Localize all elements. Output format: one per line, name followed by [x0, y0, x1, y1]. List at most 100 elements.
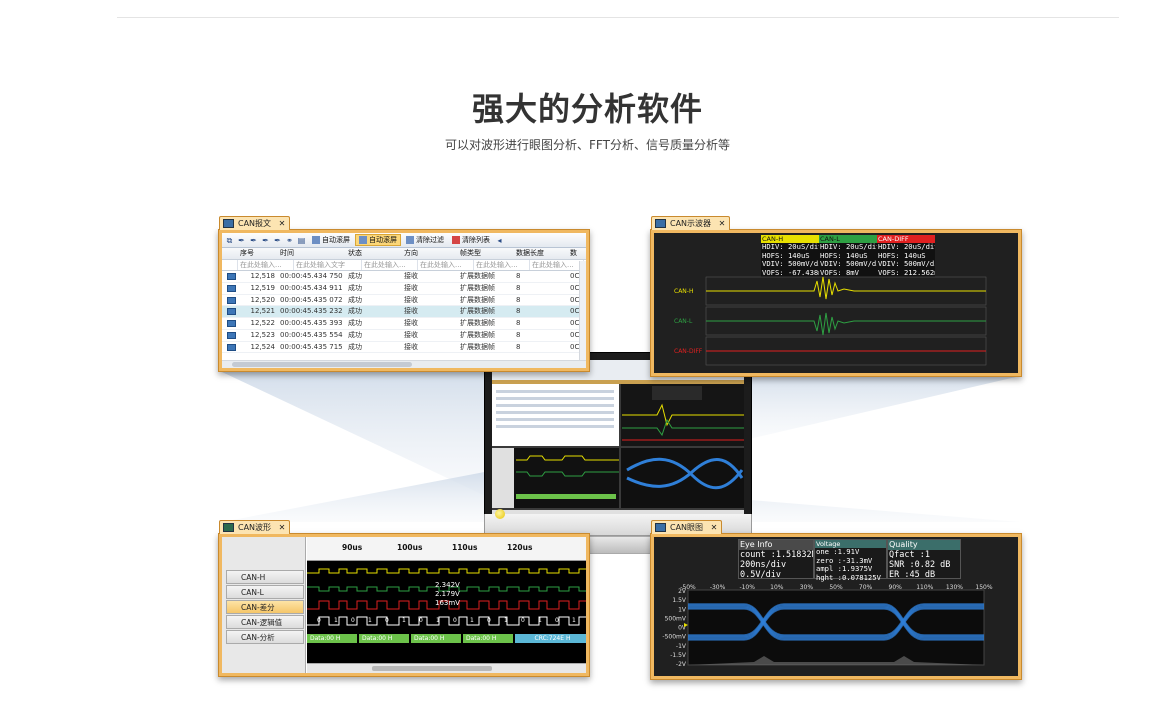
- row-direction: 接收: [404, 272, 418, 281]
- filter-icon[interactable]: ✒: [237, 236, 246, 245]
- speaker-icon[interactable]: ◂: [495, 236, 504, 245]
- row-direction: 接收: [404, 284, 418, 293]
- tab-label: CAN报文: [238, 219, 272, 228]
- table-row[interactable]: 12,518 00:00:45.434 750 成功 接收 扩展数据帧 8 0C: [222, 271, 586, 284]
- message-icon: [227, 285, 236, 293]
- channel-list-item[interactable]: CAN-L: [226, 585, 304, 599]
- table-row[interactable]: 12,520 00:00:45.435 072 成功 接收 扩展数据帧 8 0C: [222, 295, 586, 307]
- can-wave-panel: CAN波形 ✕ CAN-H CAN-L CAN-差分 CAN-逻辑值 CAN-分析 90…: [218, 520, 590, 677]
- close-icon[interactable]: ✕: [279, 523, 286, 532]
- row-direction: 接收: [404, 330, 418, 339]
- column-header[interactable]: 状态: [346, 248, 402, 259]
- scope-trace: [706, 312, 986, 336]
- can-scope-panel: CAN示波器 ✕ CAN-H HDIV: 20uS/div HOFS: 140uS V…: [650, 216, 1022, 377]
- wave-scrollbar[interactable]: [307, 663, 586, 673]
- row-length: 8: [516, 319, 521, 328]
- decode-segment: Data:00 H: [463, 634, 513, 643]
- logic-bit: 0: [521, 617, 525, 624]
- clear-list-button[interactable]: 清除列表: [449, 234, 493, 246]
- column-header[interactable]: 帧类型: [458, 248, 514, 259]
- row-status: 成功: [348, 272, 362, 281]
- row-time: 00:00:45.434 750: [280, 272, 343, 281]
- message-icon: [227, 308, 236, 316]
- filter-input[interactable]: 在此处输入...: [530, 259, 584, 271]
- copy-icon[interactable]: ⧉: [225, 236, 234, 245]
- measure-label: 2.179V: [435, 590, 460, 598]
- row-number: 12,521: [250, 307, 276, 316]
- column-header[interactable]: 数据长度: [514, 248, 568, 259]
- table-row[interactable]: 12,523 00:00:45.435 554 成功 接收 扩展数据帧 8 0C: [222, 330, 586, 342]
- filter-icon[interactable]: ✒: [273, 236, 282, 245]
- column-header[interactable]: 方向: [402, 248, 458, 259]
- row-length: 8: [516, 295, 521, 304]
- time-ruler: 90us 100us 110us 120us: [307, 537, 586, 561]
- filter-icon[interactable]: ✒: [261, 236, 270, 245]
- row-number: 12,519: [250, 284, 276, 293]
- channel-list-item[interactable]: CAN-H: [226, 570, 304, 584]
- laptop-screen-content: [492, 360, 744, 529]
- scroll-thumb[interactable]: [372, 666, 492, 671]
- horizontal-scrollbar[interactable]: [222, 360, 586, 368]
- y-tick-label: 500mV: [665, 615, 687, 622]
- window-icon: [655, 523, 666, 532]
- x-tick-label: 130%: [946, 584, 963, 591]
- row-status: 成功: [348, 342, 362, 351]
- wave-body: CAN-H CAN-L CAN-差分 CAN-逻辑值 CAN-分析 90us 100us 1…: [222, 537, 586, 673]
- logic-bit: 0: [555, 617, 559, 624]
- column-header[interactable]: 时间: [278, 248, 346, 259]
- logic-bit: 1: [504, 617, 508, 624]
- message-icon: [222, 330, 238, 341]
- filter-input[interactable]: 在此处输入...: [362, 259, 418, 271]
- table-row[interactable]: 12,519 00:00:45.434 911 成功 接收 扩展数据帧 8 0C: [222, 283, 586, 295]
- can-eye-tab[interactable]: CAN眼图 ✕: [651, 520, 723, 534]
- y-tick-label: 1.5V: [672, 597, 687, 604]
- x-tick-label: 90%: [889, 584, 903, 591]
- clear-filter-button[interactable]: 清除过滤: [403, 234, 447, 246]
- decode-segment: Data:00 H: [411, 634, 461, 643]
- scroll-thumb[interactable]: [232, 362, 412, 367]
- message-toolbar: ⧉ ✒ ✒ ✒ ✒ ⚭ ▤ 自动滚屏 自动滚屏 清除过滤 清除列表 ◂: [222, 233, 586, 248]
- scope-trace: [706, 276, 986, 300]
- can-scope-tab[interactable]: CAN示波器 ✕: [651, 216, 731, 230]
- can-message-tab[interactable]: CAN报文 ✕: [219, 216, 291, 230]
- auto-scroll-button[interactable]: 自动滚屏: [309, 234, 353, 246]
- funnel-icon: [406, 236, 414, 244]
- can-wave-tab[interactable]: CAN波形 ✕: [219, 520, 291, 534]
- close-icon[interactable]: ✕: [279, 219, 286, 228]
- x-tick-label: 150%: [975, 584, 992, 591]
- filter-input[interactable]: 在此处输入...: [418, 259, 474, 271]
- logic-bit: 0: [317, 617, 321, 624]
- filter-input[interactable]: 在此处输入...: [238, 259, 294, 271]
- binoculars-icon[interactable]: ⚭: [285, 236, 294, 245]
- channel-list-item[interactable]: CAN-分析: [226, 630, 304, 644]
- message-icon: [222, 295, 238, 306]
- trash-icon[interactable]: ▤: [297, 236, 306, 245]
- row-length: 8: [516, 342, 521, 351]
- close-icon[interactable]: ✕: [719, 219, 726, 228]
- message-icon: [222, 306, 238, 317]
- eraser-icon: [452, 236, 460, 244]
- ring-icon: [359, 236, 367, 244]
- channel-list-item[interactable]: CAN-逻辑值: [226, 615, 304, 629]
- filter-input[interactable]: 在此处输入...: [474, 259, 530, 271]
- message-icon: [227, 296, 236, 304]
- vertical-scrollbar[interactable]: [579, 261, 586, 360]
- row-direction: 接收: [404, 295, 418, 304]
- table-row[interactable]: 12,524 00:00:45.435 715 成功 接收 扩展数据帧 8 0C: [222, 342, 586, 354]
- laptop-screen: [484, 352, 752, 536]
- trace-label: CAN-DIFF: [674, 348, 703, 355]
- column-header[interactable]: 序号: [238, 248, 278, 259]
- filter-icon[interactable]: ✒: [249, 236, 258, 245]
- channel-list-item[interactable]: CAN-差分: [226, 600, 304, 614]
- message-icon: [227, 320, 236, 328]
- row-frame-type: 扩展数据帧: [460, 319, 495, 328]
- close-icon[interactable]: ✕: [711, 523, 718, 532]
- table-row[interactable]: 12,521 00:00:45.435 232 成功 接收 扩展数据帧 8 0C: [222, 306, 586, 319]
- row-number: 12,520: [250, 295, 276, 304]
- auto-ring-button[interactable]: 自动滚屏: [355, 234, 401, 246]
- filter-input[interactable]: 在此处输入文字: [294, 259, 362, 271]
- row-status: 成功: [348, 319, 362, 328]
- row-length: 8: [516, 307, 521, 316]
- column-header[interactable]: 数: [568, 248, 582, 259]
- table-row[interactable]: 12,522 00:00:45.435 393 成功 接收 扩展数据帧 8 0C: [222, 318, 586, 330]
